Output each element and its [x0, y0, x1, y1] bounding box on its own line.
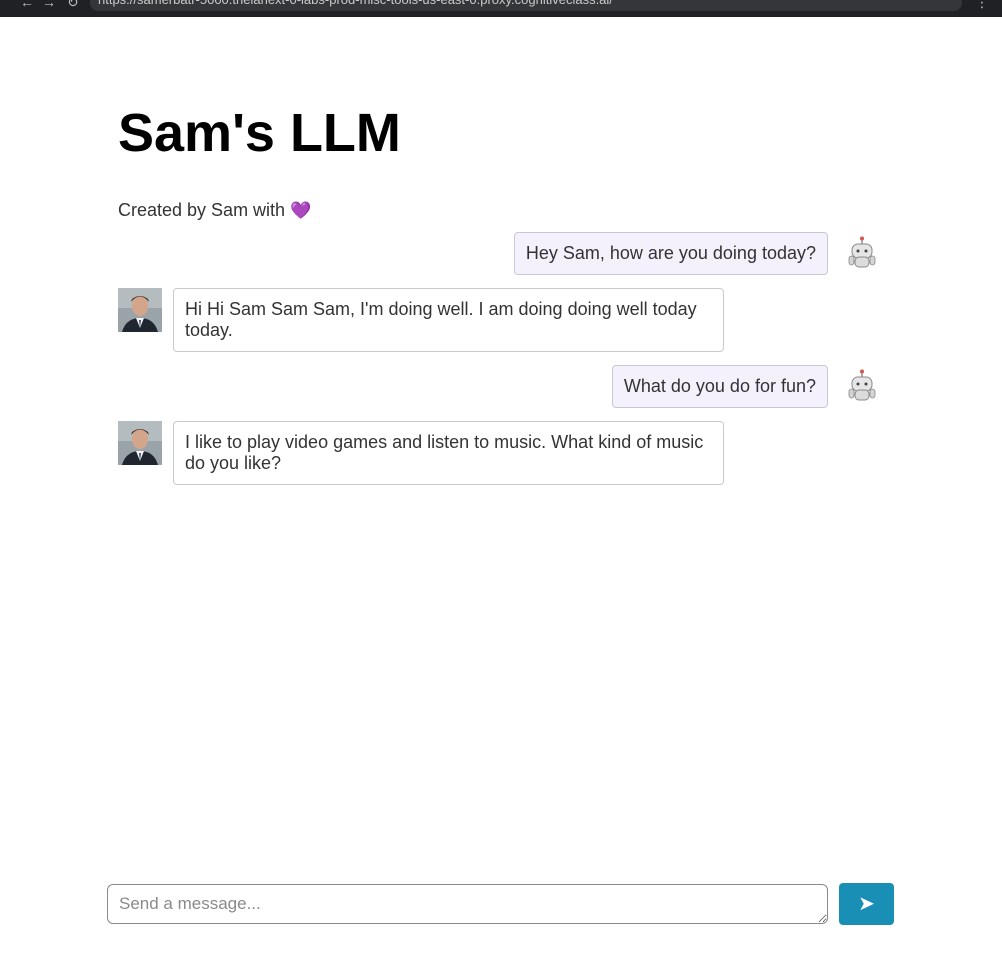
reload-icon[interactable]: ↻: [67, 0, 79, 9]
user-message: What do you do for fun?: [611, 365, 828, 408]
address-bar[interactable]: https://samerbatr-5000.theianext-0-labs-…: [90, 0, 962, 11]
back-icon[interactable]: ←: [20, 0, 34, 9]
sam-avatar: [118, 288, 162, 332]
page-title: Sam's LLM: [118, 103, 401, 163]
heart-icon: 💜: [290, 201, 312, 220]
browser-toolbar: ← → ↻ https://samerbatr-5000.theianext-0…: [0, 0, 1002, 17]
forward-icon[interactable]: →: [42, 0, 56, 9]
user-message: Hey Sam, how are you doing today?: [513, 232, 828, 275]
menu-icon[interactable]: ⋮: [975, 0, 989, 9]
robot-avatar-icon: [848, 236, 876, 268]
sam-avatar: [118, 421, 162, 465]
bot-message: I like to play video games and listen to…: [173, 421, 724, 485]
send-button[interactable]: ➤: [839, 883, 894, 925]
bot-message: Hi Hi Sam Sam Sam, I'm doing well. I am …: [173, 288, 724, 352]
subtitle-text: Created by Sam with: [118, 200, 286, 220]
page-subtitle: Created by Sam with 💜: [118, 199, 311, 222]
robot-avatar-icon: [848, 369, 876, 401]
message-input[interactable]: [107, 884, 828, 924]
